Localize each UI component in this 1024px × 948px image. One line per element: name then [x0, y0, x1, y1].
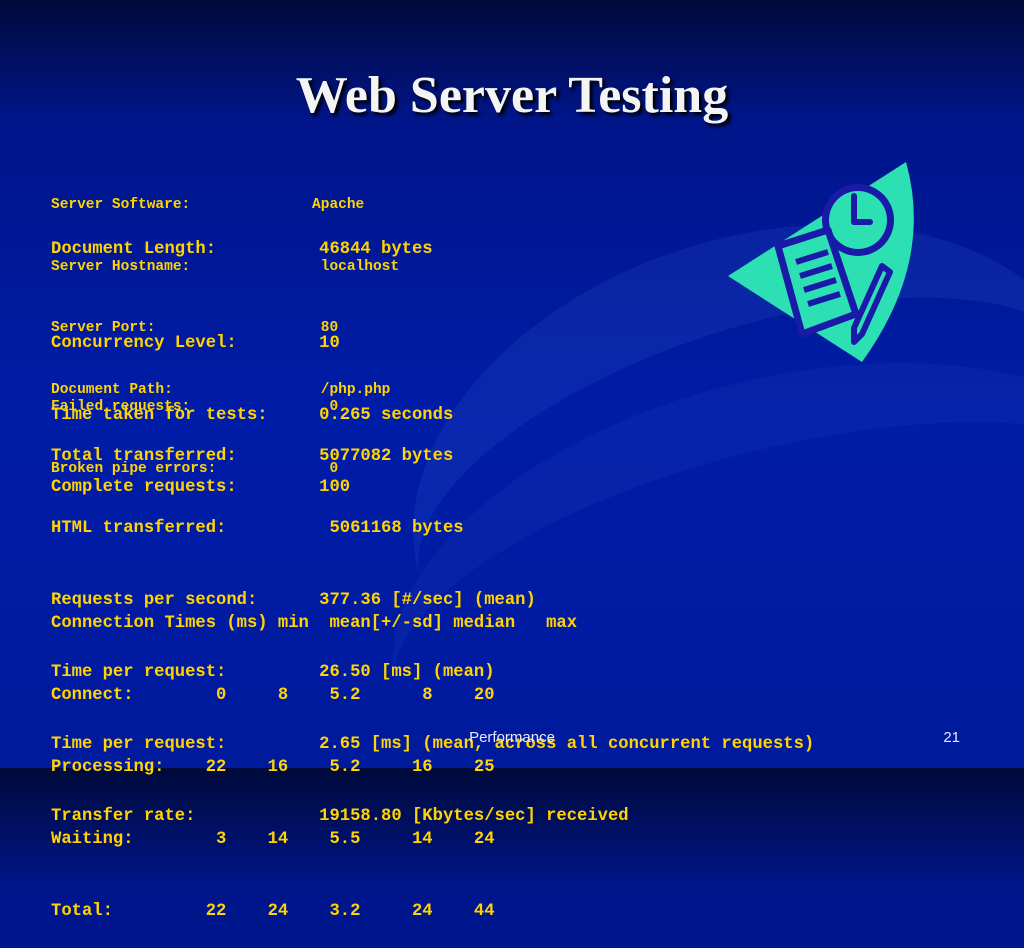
- page-number: 21: [943, 729, 960, 746]
- report-line: Total transferred: 5077082 bytes: [51, 447, 454, 466]
- report-line: Server Software: Apache: [51, 197, 365, 213]
- footer-label: Performance: [469, 729, 555, 746]
- table-row: Waiting: 3 14 5.5 14 24: [51, 830, 495, 849]
- document-length-line: Document Length: 46844 bytes: [51, 240, 433, 259]
- report-line: HTML transferred: 5061168 bytes: [51, 519, 464, 538]
- report-line: Concurrency Level: 10: [51, 334, 340, 353]
- table-row: Total: 22 24 3.2 24 44: [51, 902, 495, 921]
- table-header: Connection Times (ms) min mean[+/-sd] me…: [51, 614, 578, 633]
- schedule-clipart: [728, 162, 914, 362]
- slide-title: Web Server Testing: [295, 67, 729, 124]
- connection-times-table: Connection Times (ms) min mean[+/-sd] me…: [51, 564, 577, 948]
- table-row: Connect: 0 8 5.2 8 20: [51, 686, 495, 705]
- table-row: Processing: 22 16 5.2 16 25: [51, 758, 495, 777]
